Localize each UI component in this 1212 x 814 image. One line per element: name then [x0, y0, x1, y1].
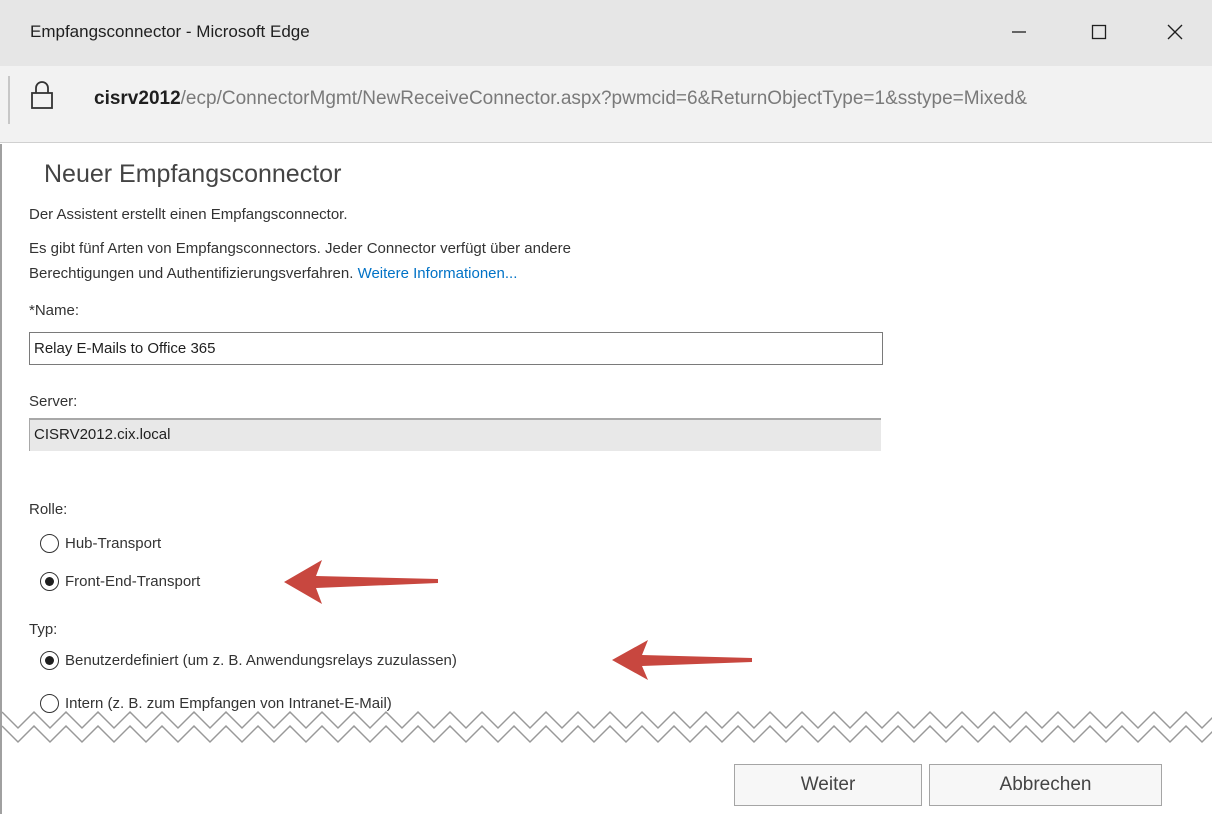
type-option-label: Benutzerdefiniert (um z. B. Anwendungsre…: [65, 652, 457, 669]
role-option-front-end-transport[interactable]: Front-End-Transport: [40, 572, 200, 591]
close-icon: [1167, 24, 1183, 40]
description-line-2: Berechtigungen und Authentifizierungsver…: [29, 265, 517, 282]
url-host: cisrv2012: [94, 88, 181, 109]
page-title: Neuer Empfangsconnector: [44, 160, 342, 188]
address-bar: cisrv2012/ecp/ConnectorMgmt/NewReceiveCo…: [0, 66, 1212, 143]
cancel-button[interactable]: Abbrechen: [929, 764, 1162, 806]
radio-button-checked[interactable]: [40, 572, 59, 591]
window-titlebar: Empfangsconnector - Microsoft Edge: [0, 0, 1212, 66]
type-option-custom[interactable]: Benutzerdefiniert (um z. B. Anwendungsre…: [40, 651, 457, 670]
window-title: Empfangsconnector - Microsoft Edge: [30, 22, 310, 41]
url-field[interactable]: cisrv2012/ecp/ConnectorMgmt/NewReceiveCo…: [94, 88, 1194, 110]
address-bar-divider: [8, 76, 10, 124]
role-option-label: Hub-Transport: [65, 535, 162, 552]
maximize-button[interactable]: [1076, 12, 1122, 52]
role-label: Rolle:: [29, 501, 68, 518]
description-line-2-text: Berechtigungen und Authentifizierungsver…: [29, 265, 354, 282]
lock-icon[interactable]: [30, 80, 54, 115]
name-field[interactable]: [29, 332, 883, 365]
torn-edge-divider: [2, 710, 1212, 759]
radio-button-checked[interactable]: [40, 651, 59, 670]
type-label: Typ:: [29, 621, 58, 638]
server-field: CISRV2012.cix.local: [29, 418, 881, 451]
intro-text: Der Assistent erstellt einen Empfangscon…: [29, 206, 348, 223]
server-label: Server:: [29, 393, 78, 410]
minimize-button[interactable]: [996, 12, 1042, 52]
more-info-link[interactable]: Weitere Informationen...: [358, 265, 518, 282]
next-button[interactable]: Weiter: [734, 764, 922, 806]
minimize-icon: [1012, 31, 1026, 33]
name-label: *Name:: [29, 302, 80, 319]
role-option-hub-transport[interactable]: Hub-Transport: [40, 534, 161, 553]
radio-button-unchecked[interactable]: [40, 534, 59, 553]
maximize-icon: [1091, 24, 1107, 40]
annotation-arrow-left: [612, 640, 752, 680]
description-line-1: Es gibt fünf Arten von Empfangsconnector…: [29, 240, 571, 257]
dialog-content: Neuer Empfangsconnector Der Assistent er…: [0, 144, 1212, 814]
url-path: /ecp/ConnectorMgmt/NewReceiveConnector.a…: [180, 88, 1028, 109]
close-button[interactable]: [1152, 12, 1198, 52]
role-option-label: Front-End-Transport: [65, 573, 201, 590]
annotation-arrow-left: [284, 560, 438, 604]
